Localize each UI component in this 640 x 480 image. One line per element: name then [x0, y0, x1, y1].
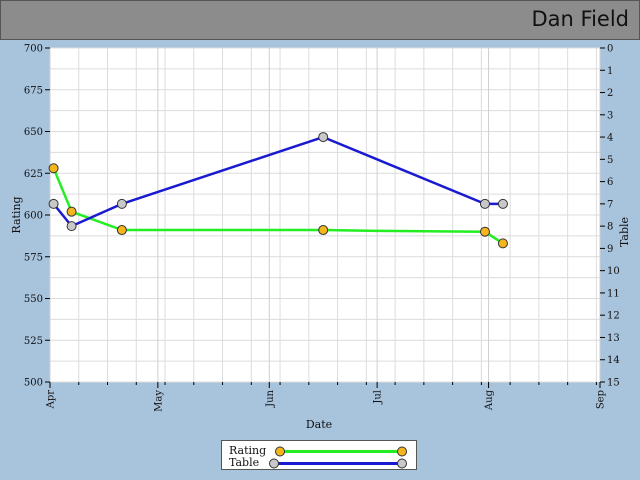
- y-right-tick-label: 6: [607, 177, 613, 188]
- data-point-table: [116, 198, 127, 209]
- data-point-rating: [116, 225, 127, 236]
- x-tick-label: Jul: [373, 390, 384, 405]
- y-right-tick-label: 9: [607, 244, 613, 255]
- x-tick-label: Aug: [484, 389, 495, 411]
- y-right-tick-label: 14: [607, 355, 620, 366]
- y-right-tick-label: 8: [607, 222, 613, 233]
- y-right-tick-label: 2: [607, 88, 613, 99]
- data-point-table: [318, 132, 329, 143]
- rating-table-chart: 500525550575600625650675700 0123456789101…: [10, 44, 631, 432]
- y-right-tick-label: 3: [607, 110, 613, 121]
- y-right-tick-label: 1: [607, 66, 613, 77]
- data-point-table: [497, 198, 508, 209]
- y-left-tick-label: 600: [24, 211, 43, 222]
- x-tick-label: May: [153, 390, 164, 412]
- y-left-tick-label: 525: [24, 336, 43, 347]
- legend: Rating Table: [221, 440, 417, 470]
- x-axis-label: Date: [306, 418, 332, 431]
- y-left-tick-label: 625: [24, 169, 43, 180]
- y-right-tick-label: 5: [607, 155, 613, 166]
- data-point-rating: [479, 226, 490, 237]
- legend-item-table: Table: [222, 456, 416, 470]
- y-right-tick-label: 15: [607, 378, 620, 389]
- y-axis-left-label: Rating: [10, 196, 23, 233]
- y-left-tick-label: 675: [24, 85, 43, 96]
- y-axis-right-label: Table: [618, 217, 631, 247]
- y-right-tick-label: 4: [607, 133, 613, 144]
- legend-swatch-table: [269, 458, 407, 469]
- y-left-tick-label: 550: [24, 294, 43, 305]
- x-tick-label: Sep: [596, 390, 607, 409]
- x-tick-label: Apr: [46, 390, 57, 410]
- data-point-rating: [48, 163, 59, 174]
- y-left-tick-label: 575: [24, 252, 43, 263]
- data-point-rating: [66, 206, 77, 217]
- y-right-tick-label: 12: [607, 311, 620, 322]
- data-point-table: [479, 198, 490, 209]
- data-point-table: [66, 221, 77, 232]
- y-left-tick-label: 650: [24, 127, 43, 138]
- y-right-tick-label: 7: [607, 199, 613, 210]
- y-right-tick-label: 0: [607, 44, 613, 55]
- data-point-rating: [318, 225, 329, 236]
- data-point-table: [48, 198, 59, 209]
- y-right-tick-label: 11: [607, 288, 620, 299]
- y-right-tick-label: 13: [607, 333, 620, 344]
- y-right-tick-label: 10: [607, 266, 620, 277]
- x-tick-label: Jun: [265, 389, 276, 407]
- data-point-rating: [497, 238, 508, 249]
- y-left-tick-label: 700: [24, 44, 43, 55]
- y-left-tick-label: 500: [24, 378, 43, 389]
